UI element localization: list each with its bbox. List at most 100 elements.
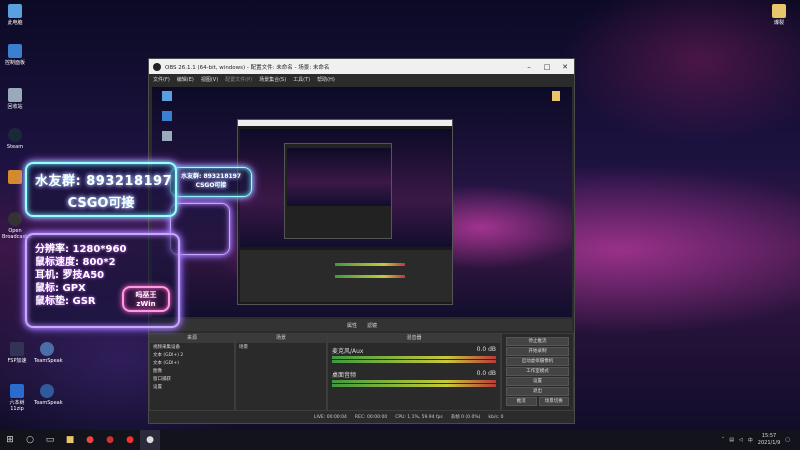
desktop-icon-recycle-bin[interactable]: 回收站 — [2, 88, 28, 110]
close-icon[interactable]: ✕ — [556, 63, 574, 71]
nested-preview — [240, 129, 452, 247]
desktop-icon-archive[interactable]: 六本树11zip — [4, 384, 30, 412]
preview-icon — [162, 111, 172, 121]
filters-button[interactable]: 滤镜 — [367, 322, 377, 329]
source-item[interactable]: 文本 (GDI+) 2 — [150, 351, 234, 359]
transition-tab[interactable]: 场景切换 — [538, 397, 569, 406]
obs-window: OBS 26.1.1 (64-bit, windows) - 配置文件: 未命名… — [148, 58, 575, 424]
desktop-icon-obs[interactable]: Open Broadcaster — [2, 212, 32, 240]
group-number: 水友群: 893218197 — [35, 174, 173, 189]
volume-icon[interactable]: ◁ — [739, 437, 743, 443]
spec-resolution: 分辨率: 1280*960 — [35, 244, 127, 255]
source-item[interactable]: 窗口捕获 — [150, 375, 234, 383]
preview-folder-icon — [552, 91, 560, 101]
menu-edit[interactable]: 编辑(E) — [177, 76, 194, 83]
preview-icon — [162, 131, 172, 141]
overlay-group-box: 水友群: 893218197 CSGO可接 — [25, 162, 177, 217]
nested-titlebar — [238, 120, 452, 126]
scene-bar: 属性 滤镜 — [152, 319, 572, 331]
source-item[interactable]: 设置 — [150, 383, 234, 391]
csgo-text: CSGO可接 — [67, 196, 135, 211]
menu-scene-collection[interactable]: 场景集合(S) — [259, 76, 286, 83]
taskbar: ⊞ ○ ▭ ■ ● ● ● ● ˄ ▤ ◁ 中 15:57 2021/1/9 ▢ — [0, 430, 800, 450]
archive-icon — [10, 384, 24, 398]
network-icon[interactable]: ▤ — [729, 437, 734, 443]
nested-obs-window-2 — [284, 143, 392, 239]
desktop-icon-steam[interactable]: Steam — [2, 128, 28, 150]
obs-title: OBS 26.1.1 (64-bit, windows) - 配置文件: 未命名… — [165, 64, 330, 71]
audio-meter — [332, 384, 496, 387]
notification-icon[interactable]: ▢ — [785, 437, 790, 443]
desktop-icon-fsp[interactable]: FSP加速 — [4, 342, 30, 364]
control-panel-icon — [8, 44, 22, 58]
steam-icon — [8, 128, 22, 142]
exit-button[interactable]: 退出 — [506, 387, 569, 396]
overlay-badge: 吗巫王 zWin — [122, 286, 170, 312]
obs-menubar: 文件(F) 编辑(E) 视图(V) 配置文件(P) 场景集合(S) 工具(T) … — [149, 74, 574, 85]
system-tray: ˄ ▤ ◁ 中 15:57 2021/1/9 ▢ — [722, 433, 800, 447]
nested-docks — [240, 250, 452, 302]
obs-icon — [8, 212, 22, 226]
scenes-dock: 场景 场景 — [235, 333, 327, 411]
app-icon — [8, 170, 22, 184]
virtual-camera-button[interactable]: 启动虚拟摄像机 — [506, 357, 569, 366]
menu-profile[interactable]: 配置文件(P) — [225, 76, 252, 83]
menu-view[interactable]: 视图(V) — [201, 76, 218, 83]
menu-tools[interactable]: 工具(T) — [293, 76, 310, 83]
nested-obs-window — [237, 119, 453, 305]
minimize-icon[interactable]: – — [520, 63, 538, 71]
preview-icon — [162, 91, 172, 101]
obs-titlebar[interactable]: OBS 26.1.1 (64-bit, windows) - 配置文件: 未命名… — [149, 59, 574, 74]
desktop-icon-teamspeak-2[interactable]: TeamSpeak — [34, 384, 63, 406]
menu-file[interactable]: 文件(F) — [153, 76, 170, 83]
chrome-icon[interactable]: ● — [80, 430, 100, 450]
search-icon[interactable]: ○ — [20, 430, 40, 450]
properties-button[interactable]: 属性 — [347, 322, 357, 329]
preview-overlay-group: 水友群: 893218197 CSGO可接 — [170, 167, 252, 197]
chevron-up-icon[interactable]: ˄ — [722, 437, 725, 443]
audio-meter — [332, 380, 496, 383]
task-view-icon[interactable]: ▭ — [40, 430, 60, 450]
obs-preview[interactable]: 水友群: 893218197 CSGO可接 — [152, 87, 572, 317]
nested-preview-2 — [287, 148, 391, 206]
pc-icon — [8, 4, 22, 18]
audio-meter — [332, 360, 496, 363]
start-icon[interactable]: ⊞ — [0, 430, 20, 450]
scene-item[interactable]: 场景 — [236, 343, 326, 351]
recycle-bin-icon — [8, 88, 22, 102]
desktop-icon-control-panel[interactable]: 控制面板 — [2, 44, 28, 66]
file-explorer-icon[interactable]: ■ — [60, 430, 80, 450]
mixer-channel: 麦克风/Aux 0.0 dB — [332, 346, 496, 363]
studio-mode-button[interactable]: 工作室模式 — [506, 367, 569, 376]
sources-dock: 来源 视频采集设备 文本 (GDI+) 2 文本 (GDI+) 图像 窗口捕获 … — [149, 333, 235, 411]
folder-icon — [772, 4, 786, 18]
obs-statusbar: LIVE: 00:00:04 REC: 00:00:00 CPU: 1.1%, … — [149, 411, 574, 423]
app-icon[interactable]: ● — [100, 430, 120, 450]
source-item[interactable]: 视频采集设备 — [150, 343, 234, 351]
game-icon — [10, 342, 24, 356]
spec-mouse-speed: 鼠标速度: 800*2 — [35, 257, 116, 268]
controls-dock: 停止推流 开始录制 启动虚拟摄像机 工作室模式 设置 退出 推流 场景切换 — [501, 333, 574, 411]
obs-logo-icon — [153, 62, 161, 71]
source-item[interactable]: 图像 — [150, 367, 234, 375]
teamspeak-icon — [40, 384, 54, 398]
maximize-icon[interactable]: □ — [538, 63, 556, 71]
obs-icon[interactable]: ● — [140, 430, 160, 450]
desktop-icon-pc[interactable]: 此电脑 — [2, 4, 28, 26]
app-icon[interactable]: ● — [120, 430, 140, 450]
spec-headset: 耳机: 罗技A50 — [35, 270, 105, 281]
mixer-dock: 混音器 麦克风/Aux 0.0 dB 桌面音频 0.0 dB — [327, 333, 501, 411]
headset-icon — [40, 342, 54, 356]
mixer-channel: 桌面音频 0.0 dB — [332, 370, 496, 387]
settings-button[interactable]: 设置 — [506, 377, 569, 386]
desktop-icon-folder[interactable]: 爆裂 — [766, 4, 792, 26]
audio-meter — [332, 356, 496, 359]
clock[interactable]: 15:57 2021/1/9 — [758, 433, 780, 447]
stream-tab[interactable]: 推流 — [506, 397, 537, 406]
stop-streaming-button[interactable]: 停止推流 — [506, 337, 569, 346]
desktop-icon-teamspeak[interactable]: TeamSpeak — [34, 342, 63, 364]
start-recording-button[interactable]: 开始录制 — [506, 347, 569, 356]
input-language[interactable]: 中 — [748, 437, 753, 444]
source-item[interactable]: 文本 (GDI+) — [150, 359, 234, 367]
menu-help[interactable]: 帮助(H) — [317, 76, 335, 83]
